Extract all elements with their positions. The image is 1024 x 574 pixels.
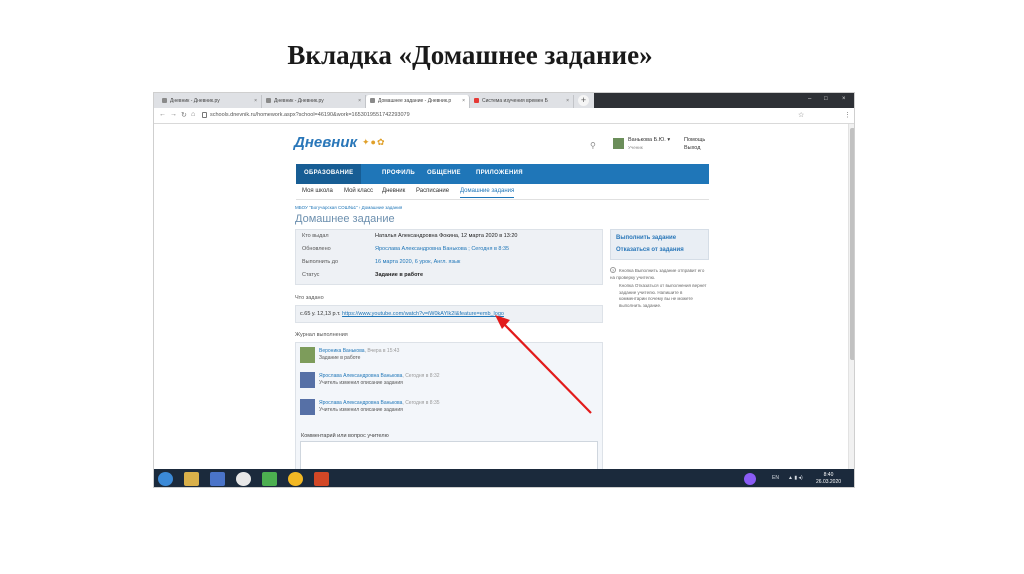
taskbar-clock[interactable]: 8:40 26.03.2020 xyxy=(816,472,841,486)
forward-icon[interactable]: → xyxy=(170,111,177,118)
browser-menu-icon[interactable]: ⋮ xyxy=(844,111,851,119)
file-explorer-icon[interactable] xyxy=(184,472,199,486)
maximize-icon[interactable]: □ xyxy=(824,96,828,102)
browser-tab-active[interactable]: Домашнее задание - Дневник.р × xyxy=(366,95,470,108)
browser-tab[interactable]: Дневник - Дневник.ру × xyxy=(262,95,366,108)
site-favicon-icon xyxy=(162,98,167,103)
page-content: Дневник ✦●✿ ⚲ Ванькова Б.Ю. ▾ Ученик Пом… xyxy=(154,124,854,473)
tray-icons[interactable]: ▲ ▮ ◂) xyxy=(788,475,803,481)
browser-tab[interactable]: Дневник - Дневник.ру × xyxy=(158,95,262,108)
browser-screenshot: Дневник - Дневник.ру × Дневник - Дневник… xyxy=(153,92,855,488)
tab-strip: Дневник - Дневник.ру × Дневник - Дневник… xyxy=(154,93,854,108)
close-window-icon[interactable]: × xyxy=(842,96,846,102)
red-arrow-annotation xyxy=(495,315,592,414)
home-icon[interactable]: ⌂ xyxy=(191,111,195,118)
lock-icon xyxy=(202,112,207,118)
powerpoint-icon[interactable] xyxy=(314,472,329,486)
new-tab-button[interactable]: + xyxy=(578,95,589,106)
alice-assistant-icon[interactable] xyxy=(744,473,756,485)
reload-icon[interactable]: ↻ xyxy=(181,111,187,119)
tab-close-icon[interactable]: × xyxy=(254,98,257,104)
minimize-icon[interactable]: – xyxy=(808,96,811,102)
back-icon[interactable]: ← xyxy=(159,111,166,118)
document-viewer-icon[interactable] xyxy=(210,472,225,486)
yandex-browser-icon[interactable] xyxy=(236,472,251,486)
chrome-icon[interactable] xyxy=(288,472,303,486)
tab-close-icon[interactable]: × xyxy=(358,98,361,104)
tab-close-icon[interactable]: × xyxy=(566,98,569,104)
browser-tab[interactable]: Система изучения времен Б × xyxy=(470,95,574,108)
torrent-icon[interactable] xyxy=(262,472,277,486)
site-favicon-icon xyxy=(370,98,375,103)
language-indicator[interactable]: EN xyxy=(772,475,779,481)
bookmark-star-icon[interactable]: ☆ xyxy=(798,111,804,119)
arrow-shaft xyxy=(501,321,592,414)
youtube-icon xyxy=(474,98,479,103)
site-favicon-icon xyxy=(266,98,271,103)
url-input[interactable]: schools.dnevnik.ru/homework.aspx?school=… xyxy=(210,112,410,118)
taskbar-preview-overlay xyxy=(594,93,854,108)
address-bar: ← → ↻ ⌂ schools.dnevnik.ru/homework.aspx… xyxy=(154,108,854,124)
slide-title: Вкладка «Домашнее задание» xyxy=(287,40,653,70)
start-button-icon[interactable] xyxy=(158,472,173,486)
windows-taskbar: EN ▲ ▮ ◂) 8:40 26.03.2020 xyxy=(154,469,854,487)
tab-close-icon[interactable]: × xyxy=(462,98,465,104)
